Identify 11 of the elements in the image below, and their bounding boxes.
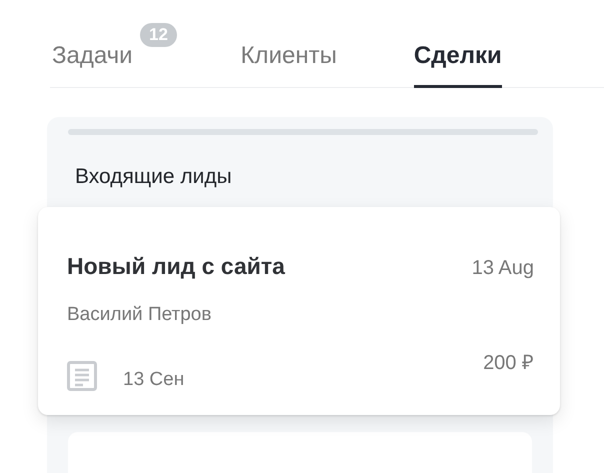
- deal-date: 13 Aug: [472, 256, 534, 280]
- due-date: 13 Сен: [123, 368, 184, 392]
- deal-title: Новый лид с сайта: [67, 252, 285, 281]
- deal-card[interactable]: Новый лид с сайта 13 Aug Василий Петров 13 Сен 200 ₽: [38, 206, 560, 414]
- document-icon: [67, 360, 97, 391]
- contact-name: Василий Петров: [67, 303, 212, 327]
- deal-amount: 200 ₽: [483, 350, 534, 376]
- column-title: Входящие лиды: [75, 164, 233, 190]
- count-badge: 12: [140, 23, 177, 48]
- tab[interactable]: Сделки: [414, 42, 502, 88]
- tab[interactable]: Клиенты: [240, 42, 337, 88]
